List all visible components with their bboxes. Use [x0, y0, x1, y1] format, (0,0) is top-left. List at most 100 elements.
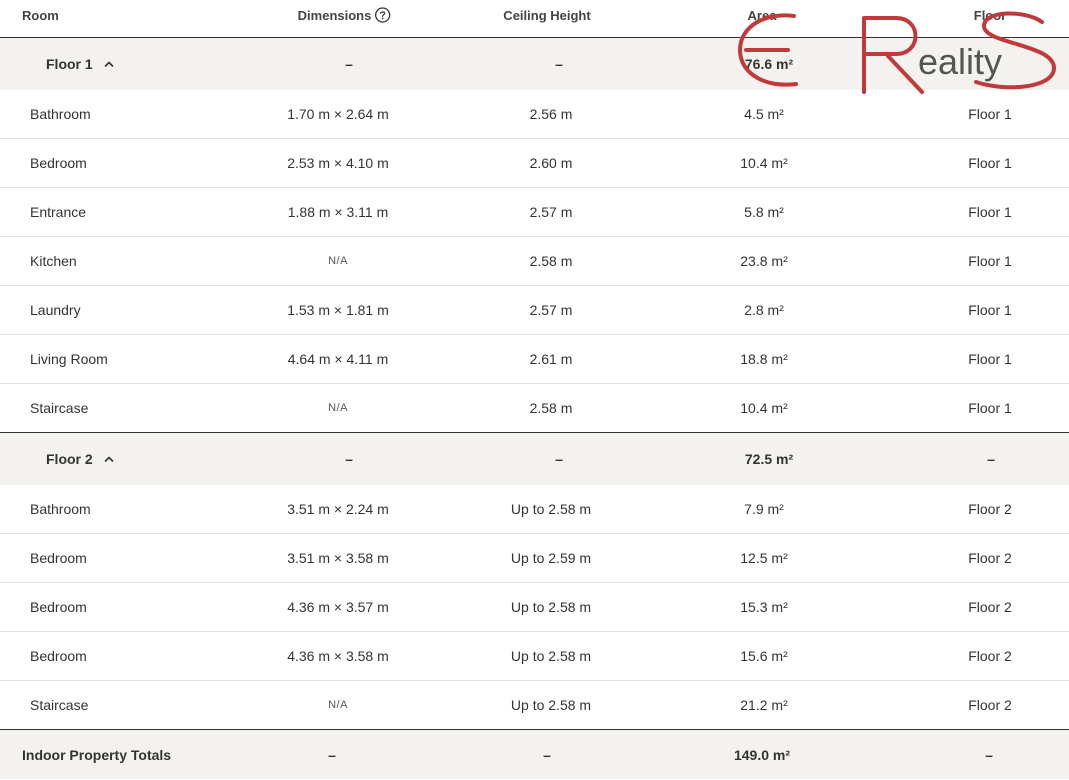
- room-floor: Floor 2: [968, 501, 1012, 517]
- room-area: 23.8 m²: [740, 253, 788, 269]
- table-row: Bathroom 3.51 m × 2.24 m Up to 2.58 m 7.…: [0, 485, 1069, 534]
- room-dimensions: 3.51 m × 3.58 m: [287, 550, 389, 566]
- floor-dimensions: –: [345, 451, 353, 467]
- totals-row: Indoor Property Totals – – 149.0 m² –: [0, 730, 1069, 779]
- header-ceiling-height: Ceiling Height: [503, 8, 591, 23]
- room-dimensions: N/A: [328, 255, 348, 267]
- floor-ceiling: –: [555, 56, 563, 72]
- room-name: Staircase: [30, 400, 89, 416]
- floor-floor: –: [987, 451, 995, 467]
- floor-label: Floor 2: [46, 451, 93, 467]
- room-dimensions: N/A: [328, 699, 348, 711]
- room-floor: Floor 1: [968, 253, 1012, 269]
- room-floor: Floor 2: [968, 697, 1012, 713]
- floor-area: 72.5 m²: [744, 451, 794, 467]
- room-dimensions: N/A: [328, 402, 348, 414]
- rooms-table: Room Dimensions Ceiling Height Area Floo…: [0, 0, 1069, 779]
- room-name: Laundry: [30, 302, 81, 318]
- room-floor: Floor 2: [968, 550, 1012, 566]
- table-row: Bedroom 4.36 m × 3.57 m Up to 2.58 m 15.…: [0, 583, 1069, 632]
- room-dimensions: 1.53 m × 1.81 m: [287, 302, 389, 318]
- floor-group-label[interactable]: Floor 2: [46, 433, 115, 485]
- totals-ceiling: –: [543, 746, 551, 763]
- table-row: Staircase N/A 2.58 m 10.4 m² Floor 1: [0, 384, 1069, 433]
- totals-label: Indoor Property Totals: [22, 746, 172, 763]
- room-area: 18.8 m²: [740, 351, 788, 367]
- floor-group-label[interactable]: Floor 1: [46, 38, 115, 90]
- room-dimensions: 1.70 m × 2.64 m: [287, 106, 389, 122]
- room-dimensions: 4.36 m × 3.57 m: [287, 599, 389, 615]
- room-dimensions: 1.88 m × 3.11 m: [287, 204, 389, 220]
- table-row: Entrance 1.88 m × 3.11 m 2.57 m 5.8 m² F…: [0, 188, 1069, 237]
- totals-area: 149.0 m²: [733, 746, 791, 763]
- room-name: Bathroom: [30, 106, 91, 122]
- room-name: Entrance: [30, 204, 87, 220]
- room-floor: Floor 2: [968, 599, 1012, 615]
- floor-label: Floor 1: [46, 56, 93, 72]
- room-name: Kitchen: [30, 253, 77, 269]
- room-name: Bedroom: [30, 550, 87, 566]
- room-dimensions: 4.64 m × 4.11 m: [287, 351, 389, 367]
- table-row: Bedroom 4.36 m × 3.58 m Up to 2.58 m 15.…: [0, 632, 1069, 681]
- room-floor: Floor 1: [968, 400, 1012, 416]
- table-header: Room Dimensions Ceiling Height Area Floo…: [0, 0, 1069, 38]
- room-area: 12.5 m²: [740, 550, 788, 566]
- room-ceiling: Up to 2.58 m: [510, 697, 592, 713]
- room-area: 15.6 m²: [740, 648, 788, 664]
- room-name: Bathroom: [30, 501, 91, 517]
- floor-group-row-2[interactable]: Floor 2 – – 72.5 m² –: [0, 433, 1069, 485]
- room-name: Staircase: [30, 697, 89, 713]
- header-dimensions: Dimensions: [298, 0, 391, 37]
- room-area: 15.3 m²: [740, 599, 788, 615]
- room-area: 2.8 m²: [744, 302, 784, 318]
- room-floor: Floor 1: [968, 302, 1012, 318]
- floor-group-row-1[interactable]: Floor 1 – – 76.6 m²: [0, 38, 1069, 90]
- table-row: Living Room 4.64 m × 4.11 m 2.61 m 18.8 …: [0, 335, 1069, 384]
- room-name: Living Room: [30, 351, 108, 367]
- room-ceiling: Up to 2.59 m: [510, 550, 592, 566]
- room-area: 10.4 m²: [740, 400, 788, 416]
- room-floor: Floor 1: [968, 106, 1012, 122]
- table-row: Bedroom 3.51 m × 3.58 m Up to 2.59 m 12.…: [0, 534, 1069, 583]
- room-ceiling: 2.58 m: [529, 400, 573, 416]
- header-area: Area: [747, 8, 777, 23]
- room-area: 10.4 m²: [740, 155, 788, 171]
- room-area: 4.5 m²: [744, 106, 784, 122]
- room-dimensions: 2.53 m × 4.10 m: [287, 155, 389, 171]
- chevron-up-icon[interactable]: [103, 58, 115, 70]
- room-name: Bedroom: [30, 155, 87, 171]
- room-floor: Floor 2: [968, 648, 1012, 664]
- table-row: Laundry 1.53 m × 1.81 m 2.57 m 2.8 m² Fl…: [0, 286, 1069, 335]
- header-dimensions-label: Dimensions: [297, 8, 372, 23]
- floor-ceiling: –: [555, 451, 563, 467]
- room-ceiling: Up to 2.58 m: [510, 501, 592, 517]
- table-row: Kitchen N/A 2.58 m 23.8 m² Floor 1: [0, 237, 1069, 286]
- room-dimensions: 4.36 m × 3.58 m: [287, 648, 389, 664]
- room-area: 5.8 m²: [744, 204, 784, 220]
- room-floor: Floor 1: [968, 155, 1012, 171]
- room-dimensions: 3.51 m × 2.24 m: [287, 501, 389, 517]
- room-ceiling: 2.57 m: [529, 204, 573, 220]
- room-ceiling: Up to 2.58 m: [510, 648, 592, 664]
- room-floor: Floor 1: [968, 351, 1012, 367]
- table-row: Staircase N/A Up to 2.58 m 21.2 m² Floor…: [0, 681, 1069, 730]
- room-ceiling: 2.60 m: [529, 155, 573, 171]
- room-name: Bedroom: [30, 599, 87, 615]
- header-floor: Floor: [973, 8, 1007, 23]
- help-circle-icon[interactable]: [374, 7, 390, 23]
- chevron-up-icon[interactable]: [103, 453, 115, 465]
- header-room: Room: [22, 8, 59, 23]
- room-ceiling: 2.61 m: [529, 351, 573, 367]
- room-floor: Floor 1: [968, 204, 1012, 220]
- floor-area: 76.6 m²: [744, 56, 794, 72]
- table-row: Bedroom 2.53 m × 4.10 m 2.60 m 10.4 m² F…: [0, 139, 1069, 188]
- room-ceiling: 2.57 m: [529, 302, 573, 318]
- room-ceiling: Up to 2.58 m: [510, 599, 592, 615]
- room-area: 21.2 m²: [740, 697, 788, 713]
- totals-dimensions: –: [328, 746, 336, 763]
- totals-floor: –: [985, 746, 993, 763]
- room-area: 7.9 m²: [744, 501, 784, 517]
- floor-dimensions: –: [345, 56, 353, 72]
- room-ceiling: 2.56 m: [529, 106, 573, 122]
- room-name: Bedroom: [30, 648, 87, 664]
